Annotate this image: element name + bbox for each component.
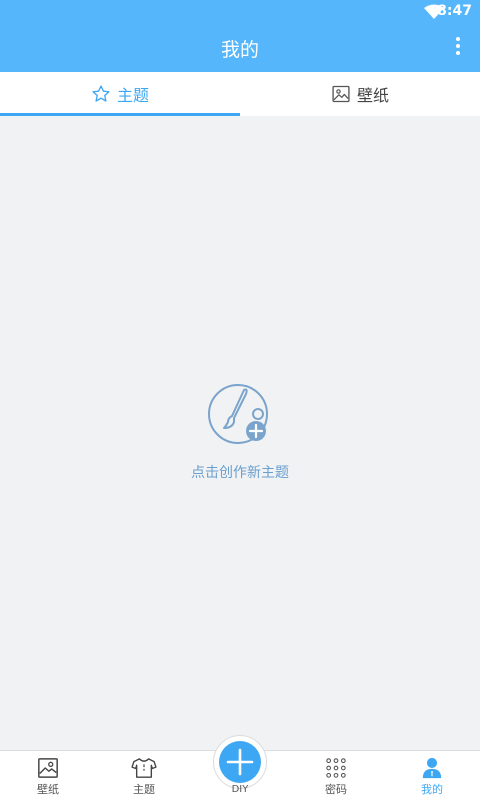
nav-mine[interactable]: 我的 [384, 757, 480, 797]
tab-theme-label: 主题 [116, 86, 149, 105]
diy-button[interactable] [219, 741, 261, 783]
app-bar: 我的 [0, 24, 480, 72]
shirt-icon [131, 758, 157, 778]
brush-add-icon [208, 384, 268, 444]
nav-password[interactable]: 密码 [288, 757, 384, 797]
create-theme-text[interactable]: 点击创作新主题 [0, 462, 480, 482]
image-icon [332, 85, 350, 103]
diy-button-outline [213, 735, 267, 789]
tab-theme[interactable]: 主题 [0, 72, 240, 116]
status-time: 8:47 [437, 3, 472, 19]
nav-wallpaper-label: 壁纸 [37, 783, 59, 796]
nav-password-label: 密码 [325, 783, 347, 796]
empty-state[interactable]: 点击创作新主题 [0, 384, 480, 482]
more-dot-icon [456, 51, 460, 55]
nav-theme-label: 主题 [133, 783, 155, 796]
plus-icon [226, 748, 254, 776]
wallpaper-icon [38, 758, 58, 778]
tab-bar: 主题 壁纸 [0, 72, 480, 116]
nav-mine-label: 我的 [421, 783, 443, 796]
nav-wallpaper[interactable]: 壁纸 [0, 757, 96, 797]
page-title: 我的 [220, 39, 259, 61]
status-bar: 8:47 [0, 0, 480, 24]
more-dot-icon [456, 37, 460, 41]
tab-wallpaper-label: 壁纸 [356, 86, 389, 105]
tab-indicator [0, 113, 240, 116]
more-options-button[interactable] [446, 34, 470, 62]
person-icon [422, 757, 442, 779]
nav-theme[interactable]: 主题 [96, 757, 192, 797]
diy-label: DIY [231, 784, 249, 795]
more-dot-icon [456, 44, 460, 48]
star-icon [92, 85, 110, 102]
tab-wallpaper[interactable]: 壁纸 [240, 72, 480, 116]
keypad-icon [326, 758, 346, 778]
